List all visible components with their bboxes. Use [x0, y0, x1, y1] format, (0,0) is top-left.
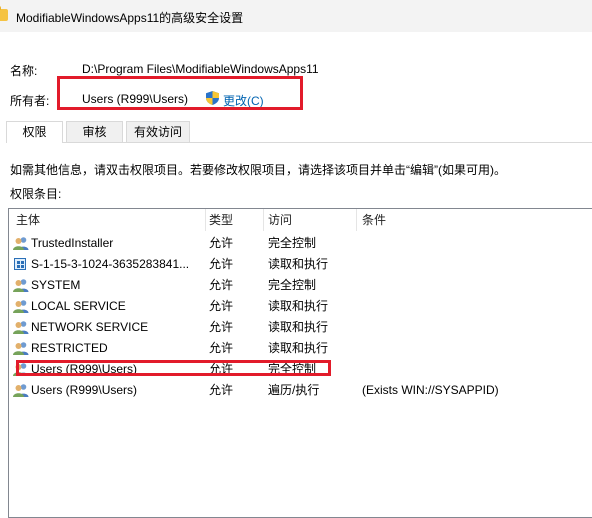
type-cell: 允许	[209, 383, 234, 397]
user-group-icon	[13, 384, 29, 397]
column-divider[interactable]	[205, 209, 206, 231]
type-cell: 允许	[209, 257, 234, 271]
type-cell: 允许	[209, 299, 234, 313]
tab-auditing[interactable]: 审核	[66, 121, 123, 142]
window-title: ModifiableWindowsApps11的高级安全设置	[16, 11, 244, 25]
name-label: 名称:	[10, 64, 38, 78]
principal-cell: Users (R999\Users)	[31, 383, 138, 397]
title-bar: ModifiableWindowsApps11的高级安全设置	[0, 0, 592, 32]
folder-icon	[0, 6, 8, 21]
access-cell: 完全控制	[268, 278, 317, 292]
access-cell: 读取和执行	[268, 320, 329, 334]
column-header-principal[interactable]: 主体	[16, 209, 40, 231]
principal-cell: SYSTEM	[31, 278, 81, 292]
column-header-type[interactable]: 类型	[209, 209, 233, 231]
column-divider[interactable]	[356, 209, 357, 231]
access-cell: 遍历/执行	[268, 383, 320, 397]
table-row[interactable]: Users (R999\Users) 允许 遍历/执行 (Exists WIN:…	[9, 380, 592, 401]
table-row[interactable]: TrustedInstaller 允许 完全控制	[9, 233, 592, 254]
sid-icon	[14, 258, 26, 270]
owner-highlight-box	[57, 76, 303, 110]
column-divider[interactable]	[263, 209, 264, 231]
tab-strip: 权限 审核 有效访问	[6, 121, 592, 143]
type-cell: 允许	[209, 278, 234, 292]
principal-cell: RESTRICTED	[31, 341, 108, 355]
table-row[interactable]: LOCAL SERVICE 允许 读取和执行	[9, 296, 592, 317]
principal-cell: NETWORK SERVICE	[31, 320, 149, 334]
column-header-condition[interactable]: 条件	[362, 209, 386, 231]
access-cell: 读取和执行	[268, 299, 329, 313]
owner-label: 所有者:	[10, 94, 50, 108]
table-row[interactable]: NETWORK SERVICE 允许 读取和执行	[9, 317, 592, 338]
users-row-highlight-box	[16, 360, 331, 376]
access-cell: 读取和执行	[268, 257, 329, 271]
principal-cell: S-1-15-3-1024-3635283841...	[31, 257, 190, 271]
table-row[interactable]: SYSTEM 允许 完全控制	[9, 275, 592, 296]
principal-cell: TrustedInstaller	[31, 236, 114, 250]
access-cell: 完全控制	[268, 236, 317, 250]
type-cell: 允许	[209, 341, 234, 355]
user-group-icon	[13, 342, 29, 355]
access-cell: 读取和执行	[268, 341, 329, 355]
user-group-icon	[13, 300, 29, 313]
user-group-icon	[13, 237, 29, 250]
type-cell: 允许	[209, 320, 234, 334]
table-row[interactable]: RESTRICTED 允许 读取和执行	[9, 338, 592, 359]
table-row[interactable]: S-1-15-3-1024-3635283841... 允许 读取和执行	[9, 254, 592, 275]
column-header-access[interactable]: 访问	[268, 209, 292, 231]
tab-permissions[interactable]: 权限	[6, 121, 63, 143]
condition-cell: (Exists WIN://SYSAPPID)	[362, 383, 499, 397]
type-cell: 允许	[209, 236, 234, 250]
tab-effective-access[interactable]: 有效访问	[126, 121, 190, 142]
user-group-icon	[13, 321, 29, 334]
permission-entries-label: 权限条目:	[10, 187, 62, 201]
instructions-text: 如需其他信息，请双击权限项目。若要修改权限项目，请选择该项目并单击“编辑”(如果…	[10, 163, 506, 177]
user-group-icon	[13, 279, 29, 292]
principal-cell: LOCAL SERVICE	[31, 299, 126, 313]
name-value: D:\Program Files\ModifiableWindowsApps11	[82, 62, 319, 76]
